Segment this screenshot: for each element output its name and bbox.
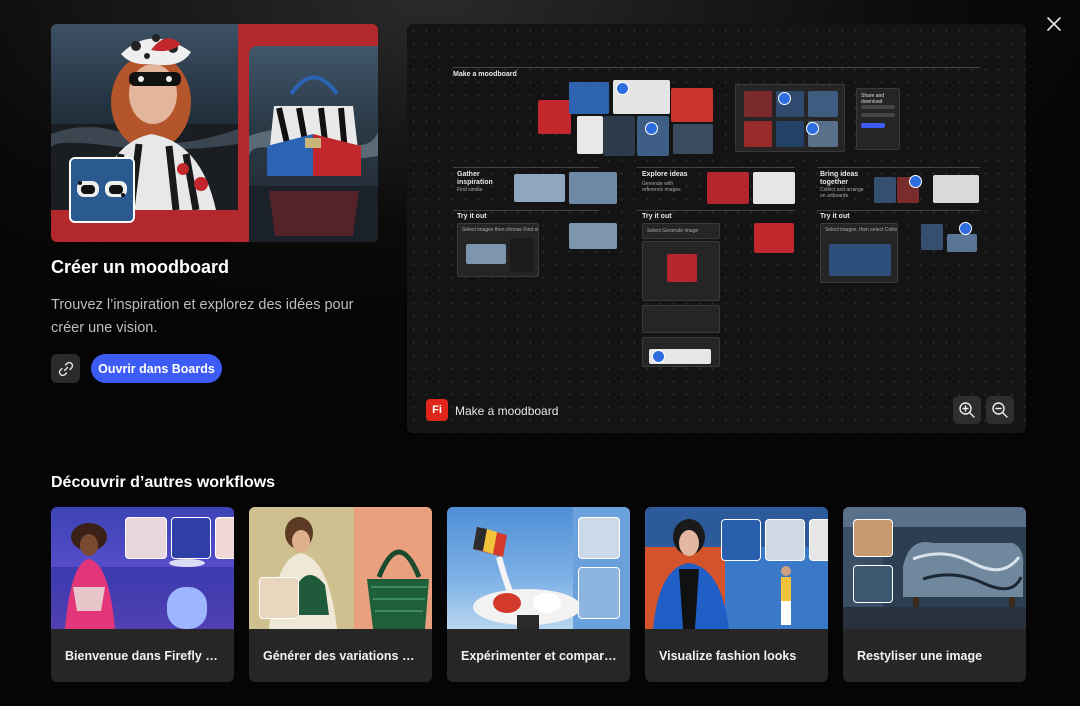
- divider: [817, 167, 980, 168]
- bag-image: [707, 172, 749, 204]
- close-icon: [1047, 17, 1061, 31]
- workflow-card-image: [249, 507, 432, 629]
- open-in-boards-button[interactable]: Ouvrir dans Boards: [91, 354, 222, 383]
- collage-image: [569, 82, 609, 114]
- workflow-card-label: Expérimenter et comparer des modèles: [461, 649, 619, 663]
- collage-image: [933, 175, 979, 203]
- generate-badge-icon: [806, 122, 819, 135]
- workflow-card-label: Générer des variations de produits: [263, 649, 421, 663]
- divider: [637, 167, 795, 168]
- collage-image: [921, 224, 943, 250]
- zoom-out-icon: [992, 402, 1008, 418]
- divider: [453, 167, 599, 168]
- collage-image: [538, 100, 571, 134]
- workflow-card[interactable]: Générer des variations de produits: [249, 507, 432, 682]
- step-subtitle: Generate with reference images: [642, 181, 681, 193]
- discover-section-title: Découvrir d’autres workflows: [51, 474, 276, 491]
- workflow-card-image: [51, 507, 234, 629]
- step-subtitle: Collect and arrange on artboards: [820, 187, 864, 199]
- zoom-in-icon: [959, 402, 975, 418]
- tutorial-panel: Select images, then select Collect ideas: [820, 223, 898, 283]
- hero-description: Trouvez l’inspiration et explorez des id…: [51, 297, 354, 336]
- waves-image: [569, 223, 617, 249]
- zoom-out-button[interactable]: [986, 396, 1014, 424]
- collage-image: [947, 234, 977, 252]
- hero-thumbnail-sunglasses: [69, 157, 135, 223]
- copy-link-button[interactable]: [51, 354, 80, 383]
- workflow-card[interactable]: Expérimenter et comparer des modèles: [447, 507, 630, 682]
- hero-title: Créer un moodboard: [51, 257, 230, 277]
- workflow-card-image: [645, 507, 828, 629]
- step-title: Bring ideas together: [820, 171, 859, 186]
- workflow-card-label: Bienvenue dans Firefly Boards: [65, 649, 223, 663]
- workflow-card[interactable]: Bienvenue dans Firefly Boards: [51, 507, 234, 682]
- divider: [817, 210, 980, 211]
- workflow-card-label: Visualize fashion looks: [659, 649, 797, 663]
- collage-image: [603, 116, 635, 156]
- workflow-card-image: [843, 507, 1026, 629]
- tutorial-step: [642, 241, 720, 301]
- divider: [453, 210, 599, 211]
- generate-badge-icon: [652, 350, 665, 363]
- waves-image: [569, 172, 617, 204]
- link-icon: [58, 361, 73, 376]
- workflow-card[interactable]: Restyliser une image: [843, 507, 1026, 682]
- collage-image: [671, 88, 713, 122]
- workflow-card-label: Restyliser une image: [857, 649, 983, 663]
- generate-badge-icon: [645, 122, 658, 135]
- workflow-card[interactable]: Visualize fashion looks: [645, 507, 828, 682]
- generate-badge-icon: [778, 92, 791, 105]
- moodboard-preview[interactable]: Make a moodboard Share and download Gath…: [407, 24, 1026, 433]
- try-label: Try it out: [457, 213, 487, 220]
- preview-footer-label: Make a moodboard: [455, 404, 559, 418]
- divider: [637, 210, 795, 211]
- tutorial-panel: Select images then choose Find similar i…: [457, 223, 539, 277]
- hero-image: [51, 24, 378, 242]
- board-title: Make a moodboard: [453, 71, 517, 78]
- workflow-card-image: [447, 507, 630, 629]
- share-panel: Share and download: [856, 88, 900, 150]
- generate-badge-icon: [909, 175, 922, 188]
- bag-image: [754, 223, 794, 253]
- step-title: Explore ideas: [642, 171, 688, 178]
- waves-image: [514, 174, 565, 202]
- firefly-app-icon: Fi: [426, 399, 448, 421]
- step-title: Gather inspiration: [457, 171, 493, 186]
- collage-image: [673, 124, 713, 154]
- collage-image: [874, 177, 896, 203]
- divider: [453, 67, 980, 68]
- close-button[interactable]: [1043, 13, 1065, 35]
- generate-badge-icon: [616, 82, 629, 95]
- hero-photo-bag: [249, 46, 378, 242]
- zoom-in-button[interactable]: [953, 396, 981, 424]
- try-label: Try it out: [642, 213, 672, 220]
- step-subtitle: Find similar: [457, 187, 483, 193]
- try-label: Try it out: [820, 213, 850, 220]
- tutorial-step: Select Generate image: [642, 223, 720, 239]
- collage-image: [577, 116, 603, 154]
- tutorial-step: [642, 305, 720, 333]
- generate-badge-icon: [959, 222, 972, 235]
- bag-image: [753, 172, 795, 204]
